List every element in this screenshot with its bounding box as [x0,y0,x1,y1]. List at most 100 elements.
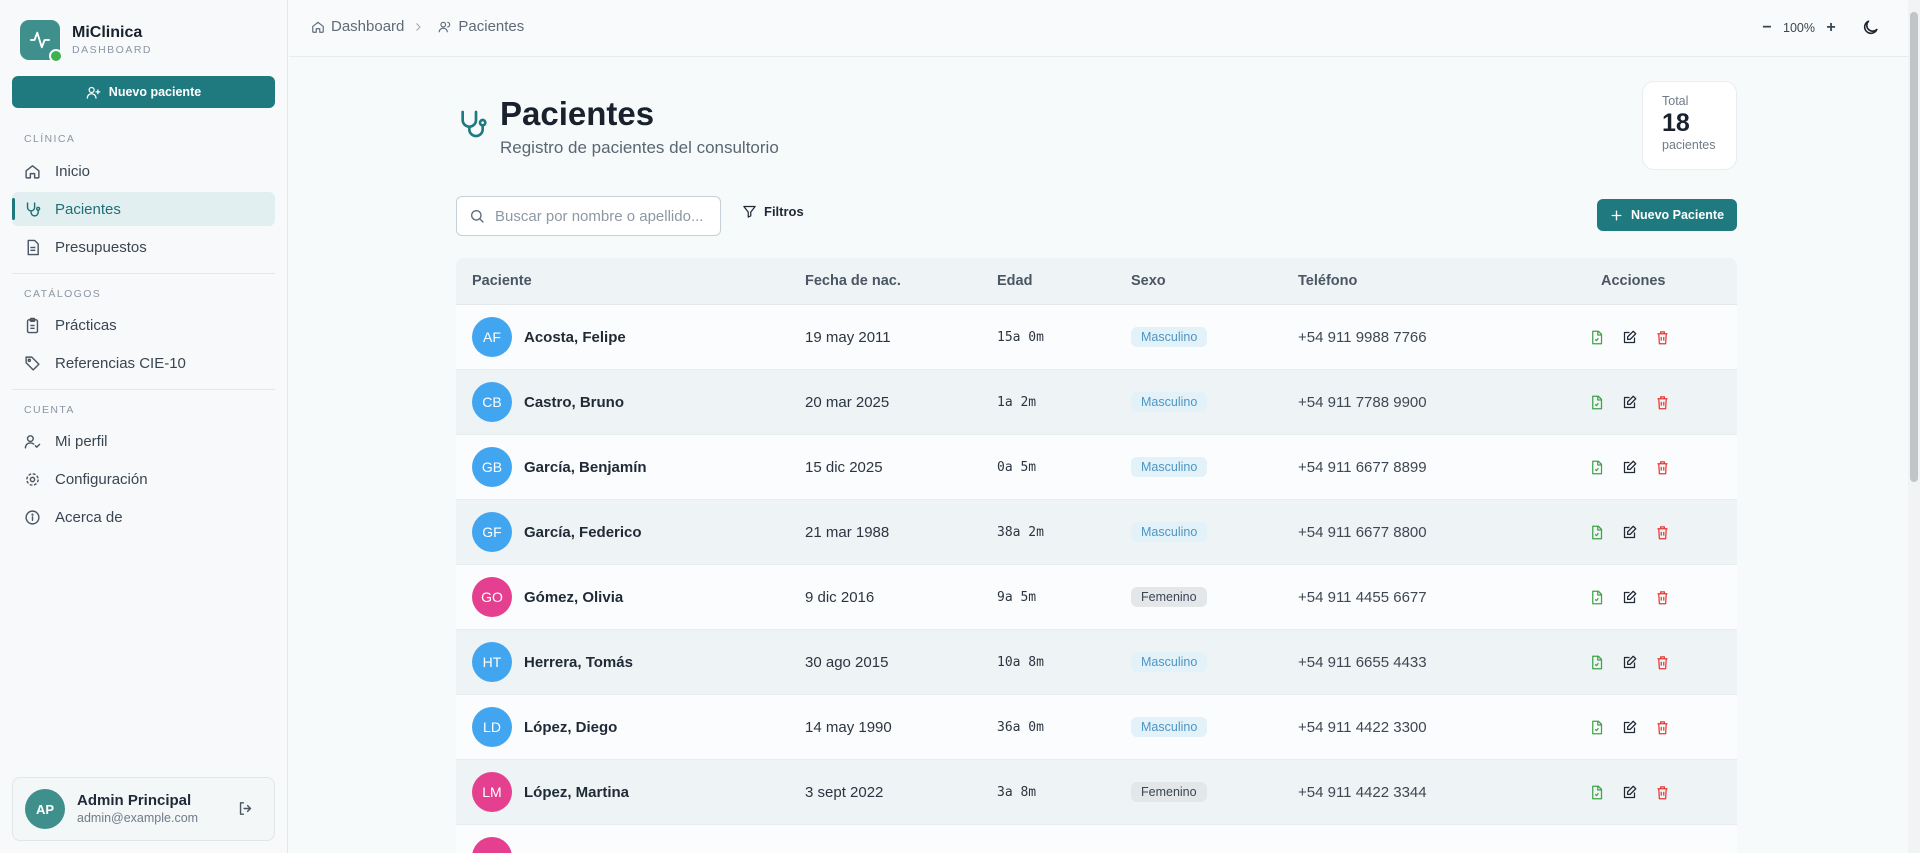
file-export-icon[interactable] [1589,460,1604,475]
moon-icon[interactable] [1861,18,1880,37]
file-export-icon[interactable] [1589,720,1604,735]
patient-name[interactable]: López, Diego [524,719,617,736]
col-header-patient[interactable]: Paciente [472,273,532,289]
patient-name[interactable]: Acosta, Felipe [524,329,626,346]
scrollbar-thumb[interactable] [1910,12,1918,482]
file-export-icon[interactable] [1589,590,1604,605]
patient-name[interactable]: Castro, Bruno [524,394,624,411]
sidebar-new-patient-button[interactable]: Nuevo paciente [12,76,275,108]
breadcrumb: Dashboard Pacientes [311,18,524,35]
trash-icon[interactable] [1655,395,1670,410]
file-export-icon[interactable] [1589,395,1604,410]
logout-icon[interactable] [237,800,254,817]
scrollbar[interactable] [1908,0,1920,853]
user-plus-icon [86,86,101,99]
new-patient-button[interactable]: Nuevo Paciente [1597,199,1737,231]
edit-icon[interactable] [1622,655,1637,670]
patient-name[interactable]: García, Federico [524,524,642,541]
page-header: Pacientes Registro de pacientes del cons… [456,94,779,158]
sidebar-divider [12,273,275,274]
user-name: Admin Principal [77,792,192,809]
patient-name[interactable]: Gómez, Olivia [524,589,623,606]
edit-icon[interactable] [1622,785,1637,800]
page-subtitle: Registro de pacientes del consultorio [500,138,779,157]
table-row[interactable]: LD López, Diego 14 may 1990 36a 0m Masculino… [456,695,1737,760]
edit-icon[interactable] [1622,395,1637,410]
sidebar: MiClinica DASHBOARD Nuevo paciente CLÍNI… [0,0,288,853]
trash-icon[interactable] [1655,590,1670,605]
patient-name[interactable]: Herrera, Tomás [524,654,633,671]
edit-icon[interactable] [1622,525,1637,540]
logo-icon [20,20,63,63]
search-input[interactable] [495,207,705,225]
trash-icon[interactable] [1655,525,1670,540]
sidebar-item-label: Acerca de [55,508,123,526]
stethoscope-icon [26,201,41,217]
total-unit: pacientes [1662,138,1716,152]
total-label: Total [1662,94,1689,108]
trash-icon[interactable] [1655,330,1670,345]
trash-icon[interactable] [1655,785,1670,800]
trash-icon[interactable] [1655,460,1670,475]
sidebar-item-practicas[interactable]: Prácticas [12,308,275,342]
phone: +54 911 9988 7766 [1298,328,1427,346]
trash-icon[interactable] [1655,720,1670,735]
topbar: Dashboard Pacientes − 100% + [289,0,1908,57]
sidebar-item-pacientes[interactable]: Pacientes [12,192,275,226]
file-export-icon[interactable] [1589,655,1604,670]
birth-date: 3 sept 2022 [805,783,884,801]
zoom-control: − 100% + [1755,17,1843,39]
zoom-in-button[interactable]: + [1819,17,1843,39]
breadcrumb-pacientes: Pacientes [458,18,525,35]
sex-badge: Masculino [1131,522,1208,542]
col-header-phone[interactable]: Teléfono [1298,273,1357,289]
table-row[interactable]: GB García, Benjamín 15 dic 2025 0a 5m Mascul… [456,435,1737,500]
sidebar-item-acerca[interactable]: Acerca de [12,500,275,534]
table-row[interactable]: CB Castro, Bruno 20 mar 2025 1a 2m Masculino… [456,370,1737,435]
table-row[interactable]: HT Herrera, Tomás 30 ago 2015 10a 8m Masculi… [456,630,1737,695]
avatar: CB [472,382,512,422]
edit-icon[interactable] [1622,720,1637,735]
avatar: GF [472,512,512,552]
plus-icon [1611,209,1622,221]
trash-icon[interactable] [1655,655,1670,670]
user-card[interactable]: AP Admin Principal admin@example.com [12,777,275,841]
row-actions [1589,500,1688,564]
table-row[interactable]: GO Gómez, Olivia 9 dic 2016 9a 5m Femenino +5… [456,565,1737,630]
sidebar-item-inicio[interactable]: Inicio [12,154,275,188]
age: 3a 8m [997,784,1037,800]
edit-icon[interactable] [1622,590,1637,605]
sex-badge: Masculino [1131,392,1208,412]
edit-icon[interactable] [1622,330,1637,345]
avatar: LM [472,772,512,812]
sidebar-item-label: Configuración [55,470,148,488]
table-row[interactable]: AF Acosta, Felipe 19 may 2011 15a 0m Masculi… [456,305,1737,370]
col-header-age[interactable]: Edad [997,273,1032,289]
breadcrumb-dashboard[interactable]: Dashboard [331,18,404,35]
age: 9a 5m [997,589,1037,605]
birth-date: 21 mar 1988 [805,523,890,541]
phone: +54 911 6677 8800 [1298,523,1427,541]
sidebar-item-presupuestos[interactable]: Presupuestos [12,230,275,264]
col-header-sex[interactable]: Sexo [1131,273,1166,289]
file-export-icon[interactable] [1589,785,1604,800]
sidebar-item-perfil[interactable]: Mi perfil [12,424,275,458]
table-row[interactable]: LM López, Martina 3 sept 2022 3a 8m Femenino… [456,760,1737,825]
table-header: Paciente Fecha de nac. Edad Sexo Teléfon… [456,258,1737,305]
table-row[interactable] [456,825,1737,853]
file-export-icon[interactable] [1589,330,1604,345]
brand[interactable]: MiClinica DASHBOARD [20,20,152,63]
phone: +54 911 7788 9900 [1298,393,1427,411]
col-header-birth[interactable]: Fecha de nac. [805,273,901,289]
section-label-clinica: CLÍNICA [24,133,76,145]
sidebar-item-cie10[interactable]: Referencias CIE-10 [12,346,275,380]
table-row[interactable]: GF García, Federico 21 mar 1988 38a 2m Mascu… [456,500,1737,565]
patient-name[interactable]: López, Martina [524,784,629,801]
edit-icon[interactable] [1622,460,1637,475]
filters-button[interactable]: Filtros [742,204,804,219]
birth-date: 15 dic 2025 [805,458,883,476]
zoom-out-button[interactable]: − [1755,17,1779,39]
file-export-icon[interactable] [1589,525,1604,540]
sidebar-item-configuracion[interactable]: Configuración [12,462,275,496]
patient-name[interactable]: García, Benjamín [524,459,647,476]
